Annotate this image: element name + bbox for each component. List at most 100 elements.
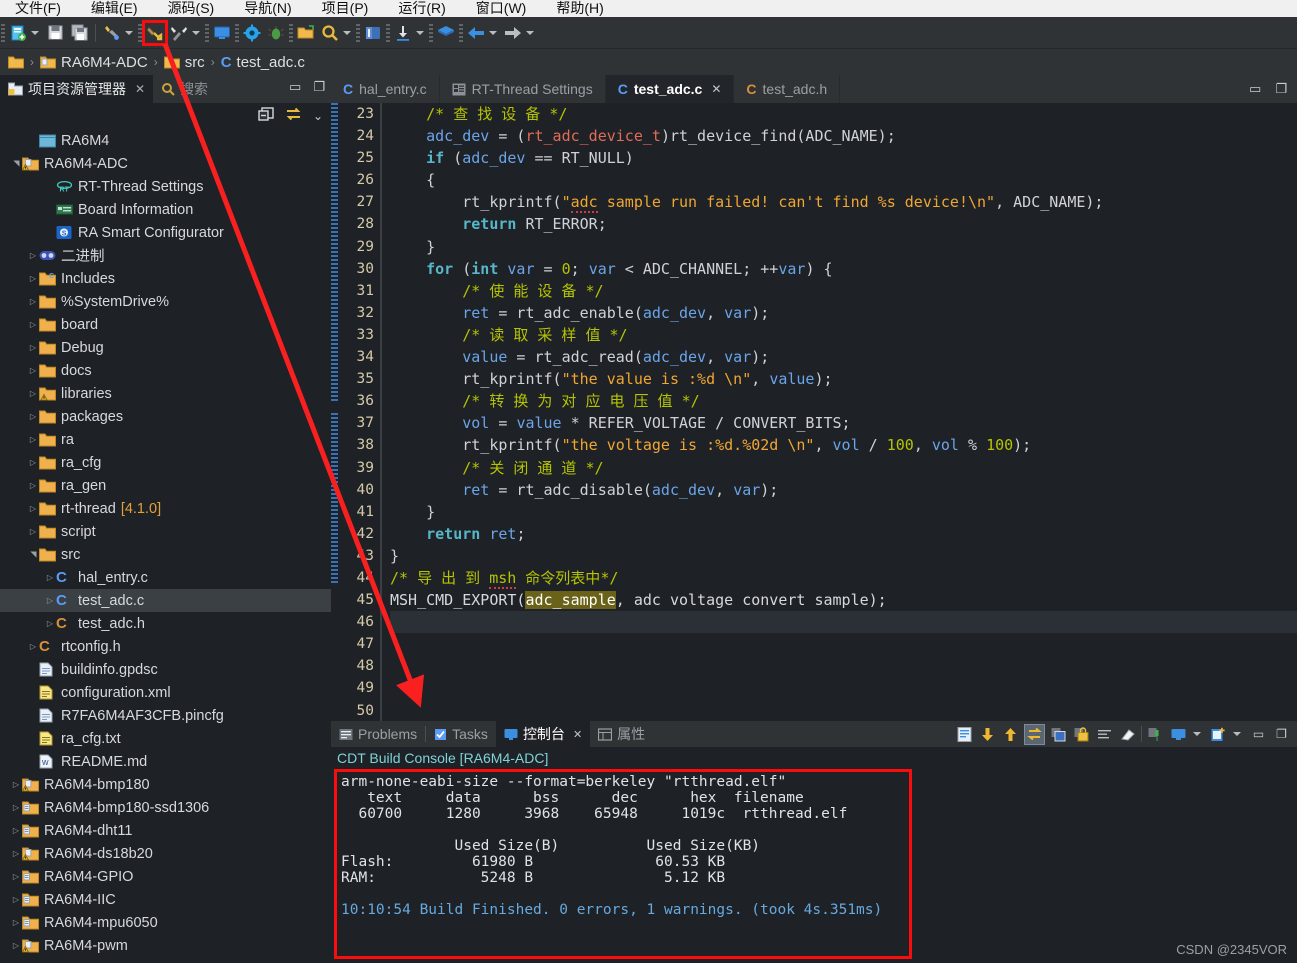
eraser-icon[interactable] [1118, 725, 1137, 744]
view-menu-icon[interactable]: ⌄ [313, 109, 323, 123]
tree-item-15[interactable]: ▷ra_gen [0, 474, 331, 497]
menu-item-1[interactable]: 编辑(E) [76, 0, 153, 17]
chevron-right-icon[interactable]: ▷ [27, 343, 39, 352]
settings-gear-icon[interactable] [241, 22, 263, 44]
build-tools-icon[interactable] [168, 22, 190, 44]
toolbar-drag-handle-7[interactable] [386, 24, 390, 42]
tab-search[interactable]: 搜索 [153, 75, 216, 103]
tree-item-9[interactable]: ▷Debug [0, 336, 331, 359]
code-line-45[interactable]: MSH_CMD_EXPORT(adc_sample, adc voltage c… [390, 589, 1297, 611]
save-icon[interactable] [44, 22, 66, 44]
toolbar-drag-handle-5[interactable] [289, 24, 293, 42]
code-line-32[interactable]: ret = rt_adc_enable(adc_dev, var); [390, 302, 1297, 324]
code-line-24[interactable]: adc_dev = (rt_adc_device_t)rt_device_fin… [390, 125, 1297, 147]
code-line-50[interactable] [390, 700, 1297, 721]
close-icon[interactable]: ✕ [711, 82, 721, 96]
tree-item-12[interactable]: ▷packages [0, 405, 331, 428]
tree-item-17[interactable]: ▷script [0, 520, 331, 543]
layers-icon[interactable] [435, 22, 457, 44]
tree-item-7[interactable]: ▷%SystemDrive% [0, 290, 331, 313]
display-selected-console-icon[interactable] [1146, 725, 1165, 744]
tree-item-4[interactable]: SRA Smart Configurator [0, 221, 331, 244]
tree-item-18[interactable]: ◢src [0, 543, 331, 566]
code-line-43[interactable]: } [390, 545, 1297, 567]
close-icon[interactable]: ✕ [573, 728, 582, 741]
toolbar-drag-handle-2[interactable] [138, 24, 142, 42]
menu-item-7[interactable]: 帮助(H) [541, 0, 618, 17]
code-line-28[interactable]: return RT_ERROR; [390, 213, 1297, 235]
tree-item-26[interactable]: ra_cfg.txt [0, 727, 331, 750]
tree-item-25[interactable]: R7FA6M4AF3CFB.pincfg [0, 704, 331, 727]
breadcrumb-root[interactable] [8, 55, 24, 69]
tree-item-1[interactable]: ◢RA6M4-ADC [0, 152, 331, 175]
book-icon[interactable] [362, 22, 384, 44]
code-line-30[interactable]: for (int var = 0; var < ADC_CHANNEL; ++v… [390, 258, 1297, 280]
chevron-right-icon[interactable]: ▷ [44, 573, 56, 582]
tree-item-32[interactable]: ▷RA6M4-GPIO [0, 865, 331, 888]
word-wrap-icon[interactable] [1095, 725, 1114, 744]
chevron-right-icon[interactable]: ▷ [10, 803, 22, 812]
code-line-25[interactable]: if (adc_dev == RT_NULL) [390, 147, 1297, 169]
forward-dropdown-caret[interactable] [526, 31, 534, 35]
scroll-up-icon[interactable] [1001, 725, 1020, 744]
console-output[interactable]: arm-none-eabi-size --format=berkeley "rt… [334, 769, 912, 959]
chevron-right-icon[interactable]: ▷ [27, 642, 39, 651]
scroll-down-icon[interactable] [978, 725, 997, 744]
new-dropdown-caret[interactable] [31, 31, 39, 35]
chevron-right-icon[interactable]: ▷ [10, 918, 22, 927]
code-line-27[interactable]: rt_kprintf("adc sample run failed! can't… [390, 191, 1297, 213]
toolbar-drag-handle-3[interactable] [205, 24, 209, 42]
menu-item-0[interactable]: 文件(F) [0, 0, 76, 17]
project-tree[interactable]: RA6M4◢RA6M4-ADCRTRT-Thread SettingsBoard… [0, 129, 331, 963]
toolbar-drag-handle-9[interactable] [459, 24, 463, 42]
tree-item-13[interactable]: ▷ra [0, 428, 331, 451]
search-dropdown-caret[interactable] [343, 31, 351, 35]
tree-item-34[interactable]: ▷RA6M4-mpu6050 [0, 911, 331, 934]
breadcrumb-item-folder[interactable]: src [164, 54, 205, 71]
tree-item-2[interactable]: RTRT-Thread Settings [0, 175, 331, 198]
build-config-icon[interactable] [101, 22, 123, 44]
code-line-48[interactable] [390, 655, 1297, 677]
chevron-right-icon[interactable]: ▷ [27, 274, 39, 283]
chevron-right-icon[interactable]: ▷ [44, 619, 56, 628]
code-line-39[interactable]: /* 关 闭 通 道 */ [390, 457, 1297, 479]
chevron-right-icon[interactable]: ▷ [27, 366, 39, 375]
chevron-right-icon[interactable]: ▷ [27, 458, 39, 467]
chevron-right-icon[interactable]: ▷ [27, 481, 39, 490]
code-line-41[interactable]: } [390, 501, 1297, 523]
download-dropdown-caret[interactable] [416, 31, 424, 35]
menu-item-6[interactable]: 窗口(W) [461, 0, 542, 17]
maximize-icon[interactable]: ❐ [1272, 725, 1291, 744]
tree-item-16[interactable]: ▷rt-thread[4.1.0] [0, 497, 331, 520]
code-line-47[interactable] [390, 633, 1297, 655]
clear-console-icon[interactable] [955, 725, 974, 744]
code-line-49[interactable] [390, 677, 1297, 699]
maximize-icon[interactable]: ❐ [313, 79, 325, 95]
breadcrumb-item-project[interactable]: RA6M4-ADC [40, 54, 148, 71]
tree-item-11[interactable]: ▷libraries [0, 382, 331, 405]
tab-test-adc-c[interactable]: C test_adc.c ✕ [606, 75, 735, 103]
new-console-caret[interactable] [1233, 732, 1241, 736]
minimize-icon[interactable]: ▭ [289, 79, 301, 95]
back-dropdown-caret[interactable] [489, 31, 497, 35]
chevron-right-icon[interactable]: ▷ [27, 320, 39, 329]
chevron-right-icon[interactable]: ▷ [27, 527, 39, 536]
tree-item-3[interactable]: Board Information [0, 198, 331, 221]
build-hammer-icon[interactable] [144, 22, 166, 44]
chevron-right-icon[interactable]: ▷ [27, 412, 39, 421]
overview-mark-1[interactable] [331, 413, 338, 583]
tree-item-24[interactable]: configuration.xml [0, 681, 331, 704]
code-text[interactable]: /* 查 找 设 备 */ adc_dev = (rt_adc_device_t… [382, 103, 1297, 721]
menu-item-3[interactable]: 导航(N) [229, 0, 306, 17]
toolbar-drag-handle-6[interactable] [356, 24, 360, 42]
back-arrow-icon[interactable] [465, 22, 487, 44]
chevron-right-icon[interactable]: ▷ [10, 780, 22, 789]
overview-mark-0[interactable] [331, 103, 338, 403]
tree-item-21[interactable]: ▷Ctest_adc.h [0, 612, 331, 635]
open-console-icon[interactable] [1169, 725, 1188, 744]
menu-item-5[interactable]: 运行(R) [383, 0, 460, 17]
tab-properties[interactable]: 属性 [590, 721, 653, 747]
breadcrumb-item-file[interactable]: C test_adc.c [221, 54, 305, 71]
code-line-38[interactable]: rt_kprintf("the voltage is :%d.%02d \n",… [390, 434, 1297, 456]
tree-item-20[interactable]: ▷Ctest_adc.c [0, 589, 331, 612]
